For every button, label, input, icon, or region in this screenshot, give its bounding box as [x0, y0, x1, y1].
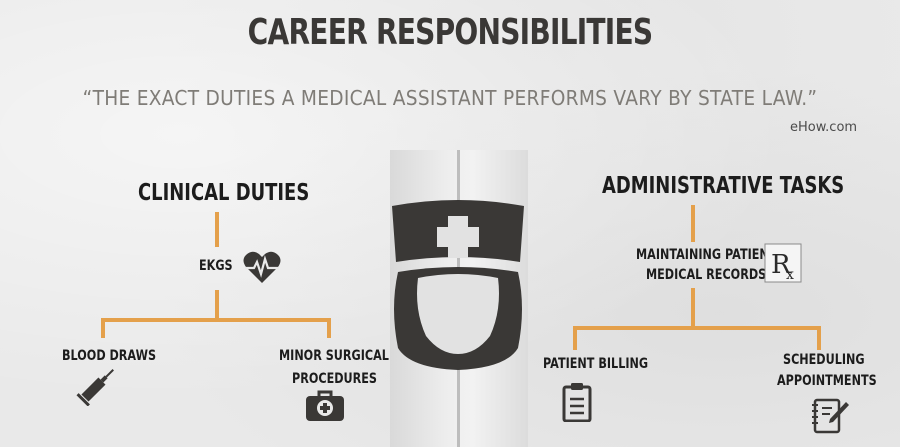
- nurse-icon: [392, 200, 524, 370]
- notepad-pen-icon: [812, 398, 849, 434]
- admin-connector-stem-lower: [691, 288, 695, 328]
- clinical-duties-heading: CLINICAL DUTIES: [138, 180, 310, 206]
- ekgs-label: EKGS: [199, 258, 233, 274]
- scheduling-label: SCHEDULING: [783, 352, 865, 368]
- source-credit: eHow.com: [790, 120, 858, 135]
- appointments-label: APPOINTMENTS: [777, 373, 877, 389]
- page-title: CAREER RESPONSIBILITIES: [247, 12, 653, 53]
- svg-text:x: x: [786, 267, 794, 283]
- blood-draws-label: BLOOD DRAWS: [62, 348, 157, 364]
- admin-connector-right-drop: [817, 326, 821, 350]
- admin-connector-left-drop: [573, 326, 577, 350]
- medical-kit-icon: [306, 390, 344, 421]
- procedures-label: PROCEDURES: [292, 371, 377, 387]
- maintaining-records-label: MAINTAINING PATIENT: [636, 247, 777, 263]
- admin-connector-horizontal: [573, 326, 821, 330]
- medical-records-label: MEDICAL RECORDS: [646, 267, 767, 283]
- heart-ekg-icon: [243, 251, 281, 283]
- rx-icon: R x: [764, 243, 802, 283]
- clinical-connector-stem-lower: [215, 290, 219, 320]
- clinical-connector-stem: [215, 212, 219, 247]
- minor-surgical-label: MINOR SURGICAL: [279, 348, 389, 364]
- administrative-tasks-heading: ADMINISTRATIVE TASKS: [602, 173, 845, 199]
- quote-text: “THE EXACT DUTIES A MEDICAL ASSISTANT PE…: [82, 86, 818, 110]
- clinical-connector-horizontal: [101, 318, 331, 322]
- clipboard-icon: [562, 383, 592, 422]
- patient-billing-label: PATIENT BILLING: [543, 356, 649, 372]
- clinical-connector-left-drop: [101, 318, 105, 338]
- admin-connector-stem: [691, 205, 695, 242]
- syringe-icon: [76, 369, 114, 406]
- infographic: CAREER RESPONSIBILITIES “THE EXACT DUTIE…: [0, 0, 900, 447]
- clinical-connector-right-drop: [327, 318, 331, 338]
